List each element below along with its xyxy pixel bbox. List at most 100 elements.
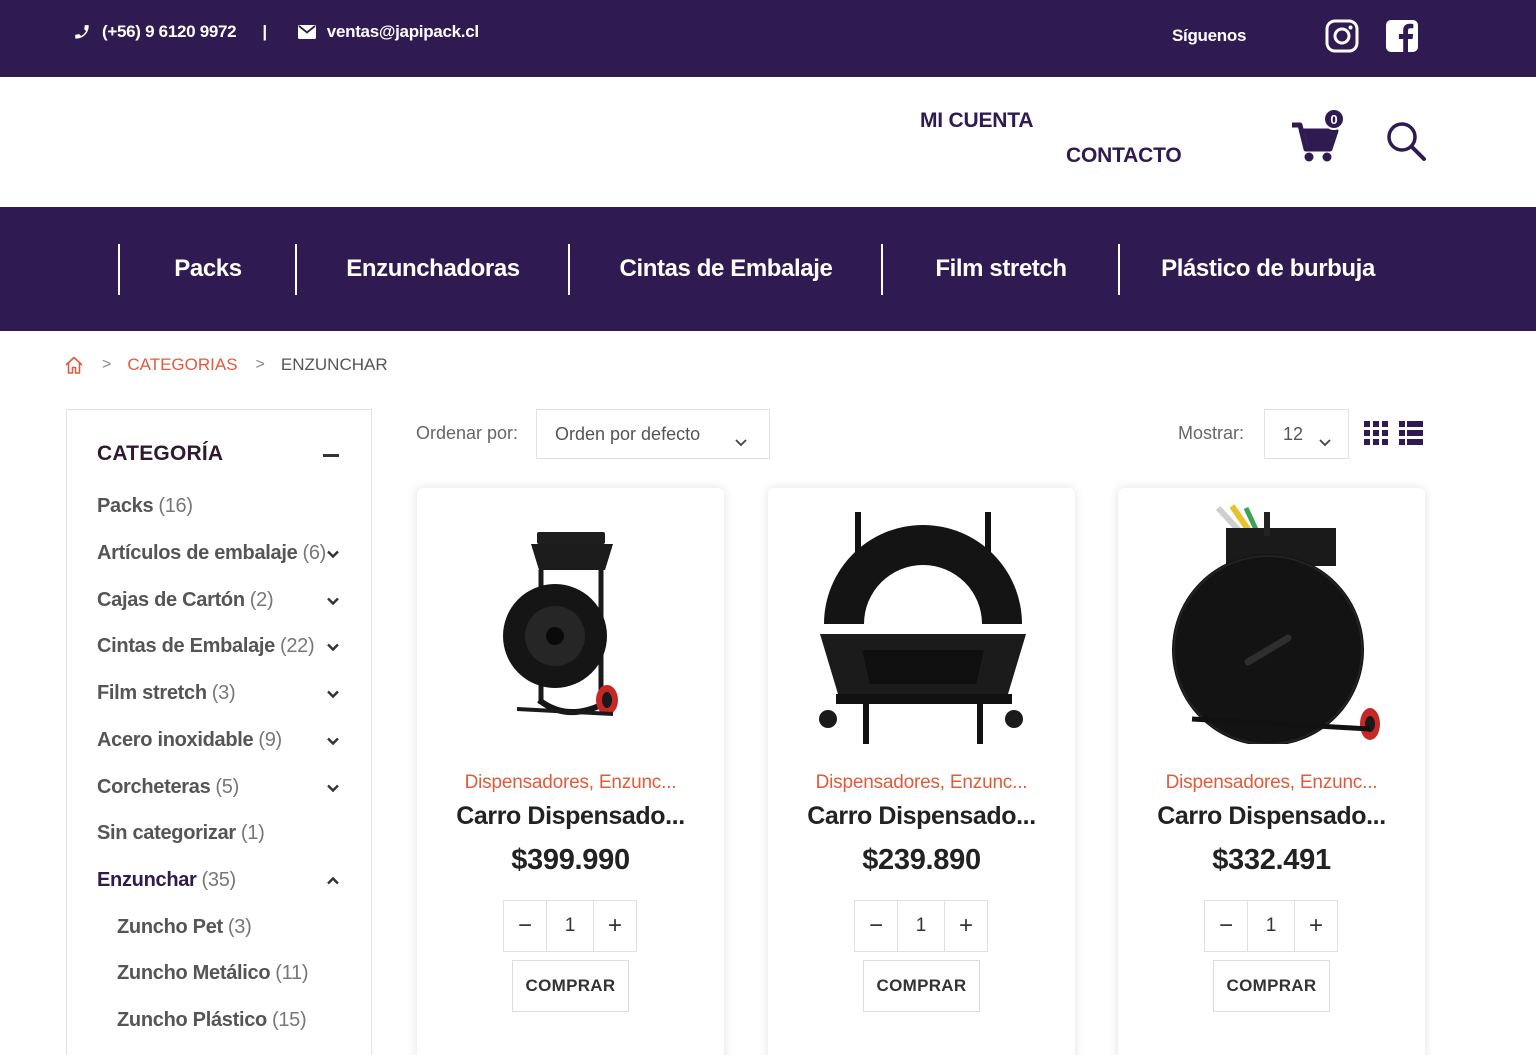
category-sidebar: CATEGORÍA Packs (16) Artículos de embalaj… xyxy=(66,409,372,1055)
phone-number[interactable]: (+56) 9 6120 9972 xyxy=(102,22,237,42)
category-count: (2) xyxy=(249,588,274,611)
category-name: Enzunchar xyxy=(97,868,197,891)
sort-select-value: Orden por defecto xyxy=(555,423,701,444)
qty-plus-button[interactable]: + xyxy=(945,901,987,951)
facebook-icon[interactable] xyxy=(1384,18,1420,54)
chevron-down-icon[interactable] xyxy=(325,546,341,562)
qty-minus-button[interactable]: − xyxy=(504,901,546,951)
category-item-corcheteras[interactable]: Corcheteras (5) xyxy=(97,772,239,802)
show-label: Mostrar: xyxy=(1178,423,1245,443)
category-name: Sin categorizar xyxy=(97,821,236,844)
qty-input[interactable]: 1 xyxy=(1247,901,1295,951)
category-item-film-stretch[interactable]: Film stretch (3) xyxy=(97,678,236,708)
category-count: (3) xyxy=(211,681,236,704)
category-item-zuncho-pet[interactable]: Zuncho Pet (3) xyxy=(117,912,252,942)
quantity-stepper: − 1 + xyxy=(854,900,988,952)
my-account-link[interactable]: MI CUENTA xyxy=(920,109,1034,133)
qty-input[interactable]: 1 xyxy=(897,901,945,951)
nav-item-cintas-de-embalaje[interactable]: Cintas de Embalaje xyxy=(570,244,882,294)
product-card: Dispensadores, Enzunc... Carro Dispensad… xyxy=(1118,488,1425,1055)
product-categories[interactable]: Dispensadores, Enzunc... xyxy=(417,772,724,794)
qty-plus-button[interactable]: + xyxy=(1295,901,1337,951)
product-price: $239.890 xyxy=(862,844,981,876)
qty-minus-button[interactable]: − xyxy=(855,901,897,951)
product-name[interactable]: Carro Dispensado... xyxy=(417,802,724,831)
category-count: (22) xyxy=(280,634,315,657)
product-name[interactable]: Carro Dispensado... xyxy=(1118,802,1425,831)
email-icon xyxy=(297,22,317,42)
category-name: Corcheteras xyxy=(97,775,211,798)
product-card: Dispensadores, Enzunc... Carro Dispensad… xyxy=(417,488,724,1055)
qty-minus-button[interactable]: − xyxy=(1205,901,1247,951)
category-count: (35) xyxy=(201,868,237,891)
category-name: Film stretch xyxy=(97,681,207,704)
chevron-down-icon[interactable] xyxy=(325,686,341,702)
buy-button[interactable]: COMPRAR xyxy=(1213,960,1330,1012)
chevron-down-icon xyxy=(1319,431,1331,447)
cart-count-badge: 0 xyxy=(1323,108,1345,130)
chevron-down-icon[interactable] xyxy=(325,733,341,749)
chevron-down-icon xyxy=(735,431,747,447)
category-item-acero-inoxidable[interactable]: Acero inoxidable (9) xyxy=(97,725,282,755)
search-icon[interactable] xyxy=(1384,119,1428,163)
category-count: (6) xyxy=(302,541,326,564)
category-name: Cajas de Cartón xyxy=(97,588,245,611)
product-name[interactable]: Carro Dispensado... xyxy=(768,802,1075,831)
show-select-value: 12 xyxy=(1283,423,1304,444)
product-image[interactable] xyxy=(806,504,1036,744)
category-item-cintas-de-embalaje[interactable]: Cintas de Embalaje (22) xyxy=(97,631,315,661)
buy-button[interactable]: COMPRAR xyxy=(512,960,629,1012)
chevron-down-icon[interactable] xyxy=(325,593,341,609)
category-item-sin-categorizar[interactable]: Sin categorizar (1) xyxy=(97,818,265,848)
sidebar-title: CATEGORÍA xyxy=(97,442,224,465)
category-name: Zuncho Pet xyxy=(117,915,223,938)
product-image[interactable] xyxy=(1156,504,1386,746)
category-name: Artículos de embalaje xyxy=(97,541,298,564)
list-view-icon[interactable] xyxy=(1399,421,1423,445)
category-name: Cintas de Embalaje xyxy=(97,634,275,657)
category-name: Zuncho Metálico xyxy=(117,961,271,984)
instagram-icon[interactable] xyxy=(1324,18,1360,54)
home-icon[interactable] xyxy=(64,355,84,375)
product-price: $332.491 xyxy=(1212,844,1331,876)
breadcrumb-categorias[interactable]: CATEGORIAS xyxy=(127,355,237,375)
contact-info: (+56) 9 6120 9972 | ventas@japipack.cl xyxy=(72,22,479,42)
nav-item-enzunchadoras[interactable]: Enzunchadoras xyxy=(297,244,569,294)
breadcrumb-current: ENZUNCHAR xyxy=(280,355,388,374)
nav-item-film-stretch[interactable]: Film stretch xyxy=(883,244,1119,294)
top-bar: (+56) 9 6120 9972 | ventas@japipack.cl S… xyxy=(0,0,1536,77)
category-item-enzunchar[interactable]: Enzunchar (35) xyxy=(97,865,236,895)
product-categories[interactable]: Dispensadores, Enzunc... xyxy=(1118,772,1425,794)
product-card: Dispensadores, Enzunc... Carro Dispensad… xyxy=(768,488,1075,1055)
contact-link[interactable]: CONTACTO xyxy=(1066,144,1182,168)
category-item-zuncho-metalico[interactable]: Zuncho Metálico (11) xyxy=(117,958,308,988)
show-select[interactable]: 12 xyxy=(1264,409,1349,459)
category-count: (11) xyxy=(275,961,309,984)
category-item-articulos-de-embalaje[interactable]: Artículos de embalaje (6) xyxy=(97,538,326,568)
product-categories[interactable]: Dispensadores, Enzunc... xyxy=(768,772,1075,794)
chevron-down-icon[interactable] xyxy=(325,639,341,655)
follow-label: Síguenos xyxy=(1172,26,1247,45)
buy-button[interactable]: COMPRAR xyxy=(863,960,980,1012)
email-address[interactable]: ventas@japipack.cl xyxy=(327,22,479,42)
chevron-up-icon[interactable] xyxy=(325,873,341,889)
sort-select[interactable]: Orden por defecto xyxy=(536,409,770,459)
category-item-packs[interactable]: Packs (16) xyxy=(97,491,193,521)
contact-separator: | xyxy=(262,22,267,41)
breadcrumb-separator: > xyxy=(102,356,112,373)
quantity-stepper: − 1 + xyxy=(503,900,637,952)
breadcrumb: > CATEGORIAS > ENZUNCHAR xyxy=(64,355,388,375)
category-name: Acero inoxidable xyxy=(97,728,254,751)
nav-item-plastico-de-burbuja[interactable]: Plástico de burbuja xyxy=(1120,244,1416,294)
qty-plus-button[interactable]: + xyxy=(594,901,636,951)
category-item-zuncho-plastico[interactable]: Zuncho Plástico (15) xyxy=(117,1005,307,1035)
nav-item-packs[interactable]: Packs xyxy=(120,244,296,294)
qty-input[interactable]: 1 xyxy=(546,901,594,951)
category-item-cajas-de-carton[interactable]: Cajas de Cartón (2) xyxy=(97,585,274,615)
category-name: Zuncho Plástico xyxy=(117,1008,267,1031)
collapse-icon[interactable] xyxy=(323,454,339,457)
product-image[interactable] xyxy=(455,504,685,744)
grid-view-icon[interactable] xyxy=(1364,421,1388,445)
category-count: (1) xyxy=(240,821,265,844)
chevron-down-icon[interactable] xyxy=(325,780,341,796)
